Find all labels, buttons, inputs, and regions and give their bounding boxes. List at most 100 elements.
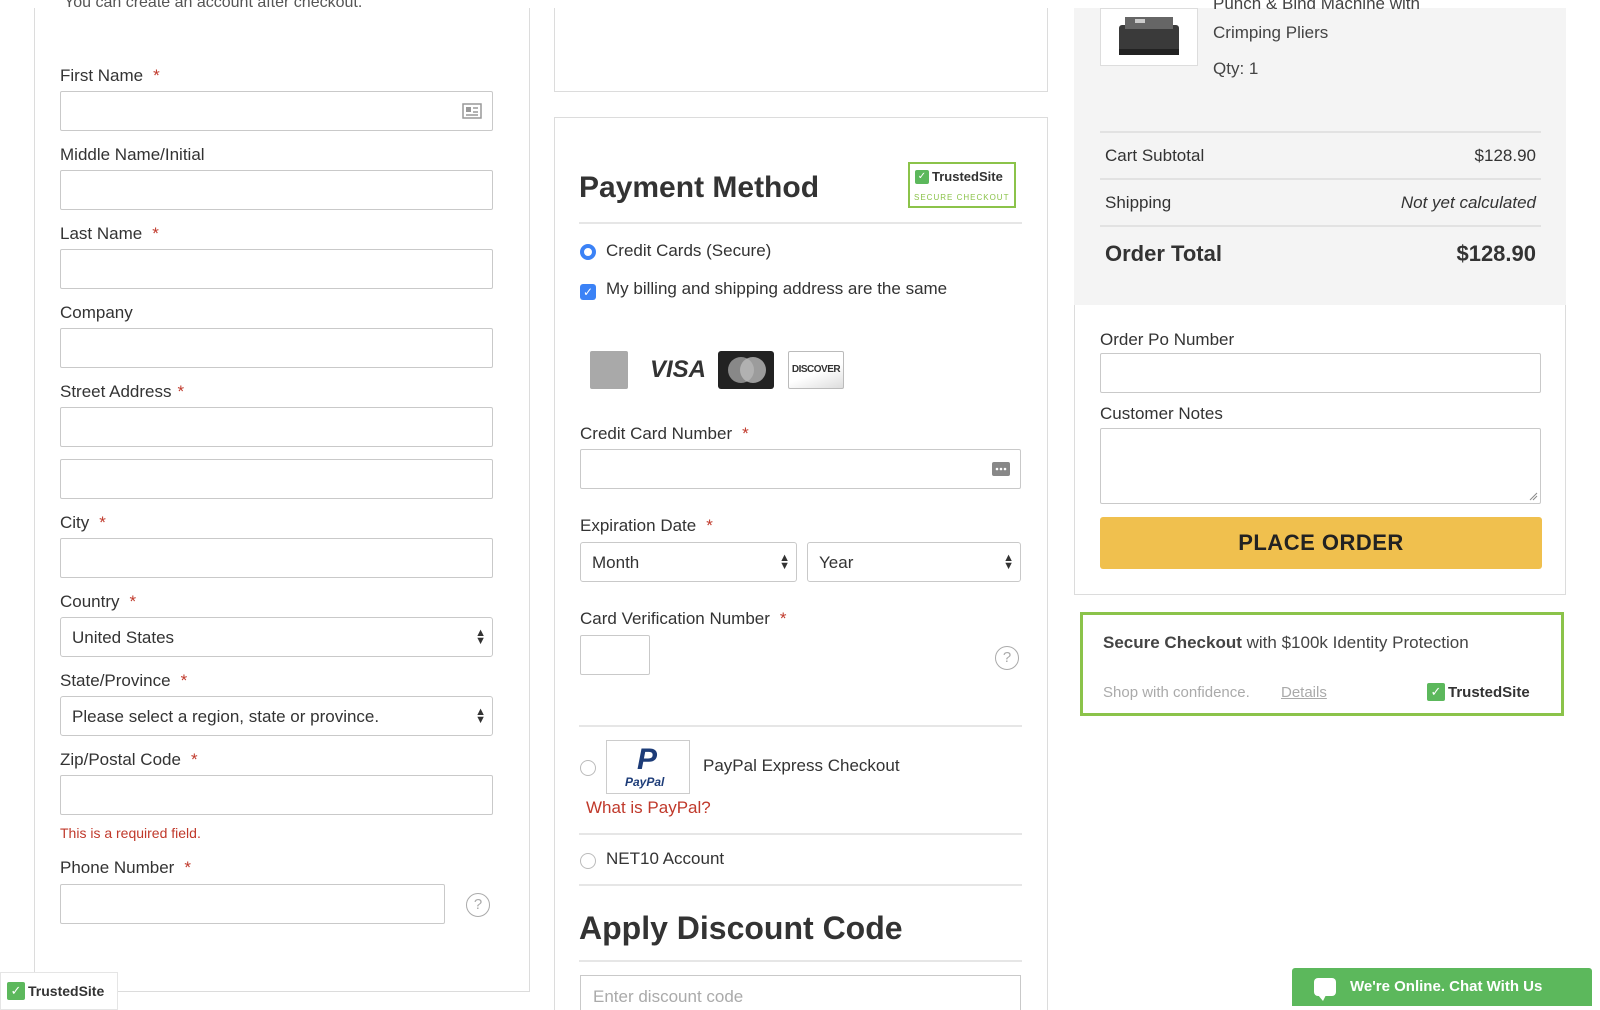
company-input[interactable] <box>60 328 493 368</box>
country-select-value: United States <box>72 628 175 647</box>
same-address-label: My billing and shipping address are the … <box>606 279 948 298</box>
phone-label: Phone Number * <box>60 858 191 877</box>
chat-label: We're Online. Chat With Us <box>1350 978 1543 995</box>
secure-checkout-sublabel: SECURE CHECKOUT <box>914 193 1010 202</box>
product-name-line-2: Crimping Pliers <box>1213 23 1329 42</box>
discount-code-input[interactable]: Enter discount code <box>580 975 1021 1010</box>
shipping-method-panel <box>554 8 1048 92</box>
state-select[interactable]: Please select a region, state or provinc… <box>60 696 493 736</box>
po-number-label: Order Po Number <box>1100 330 1235 349</box>
street-address-input-1[interactable] <box>60 407 493 447</box>
city-label: City * <box>60 513 106 532</box>
net10-label: NET10 Account <box>606 849 725 868</box>
trustedsite-secure-badge[interactable]: ✓ TrustedSite SECURE CHECKOUT <box>908 162 1016 208</box>
place-order-button[interactable]: PLACE ORDER <box>1100 517 1542 569</box>
paypal-label: PayPal Express Checkout <box>703 756 900 775</box>
zip-error-message: This is a required field. <box>60 825 201 841</box>
binding-machine-icon <box>1119 17 1179 55</box>
trustedsite-label: TrustedSite <box>1448 683 1530 701</box>
divider <box>1100 178 1541 180</box>
first-name-input[interactable] <box>60 91 493 131</box>
subtotal-value: $128.90 <box>1474 146 1536 165</box>
select-arrows-icon: ▲ ▼ <box>779 552 790 572</box>
cvv-input[interactable] <box>580 635 650 675</box>
discount-placeholder: Enter discount code <box>593 987 744 1006</box>
expiration-label: Expiration Date * <box>580 516 713 535</box>
city-input[interactable] <box>60 538 493 578</box>
credit-cards-label: Credit Cards (Secure) <box>606 241 772 260</box>
phone-help-icon[interactable]: ? <box>466 893 490 917</box>
credit-cards-radio[interactable] <box>580 244 596 260</box>
street-address-input-2[interactable] <box>60 459 493 499</box>
month-select-value: Month <box>592 553 640 572</box>
middle-name-label: Middle Name/Initial <box>60 145 205 164</box>
divider <box>579 884 1022 886</box>
divider <box>579 222 1022 224</box>
divider <box>579 725 1022 727</box>
trustedsite-badge-label: TrustedSite <box>932 169 1003 184</box>
product-thumbnail <box>1100 8 1198 66</box>
details-link[interactable]: Details <box>1281 684 1327 701</box>
chat-bubble-icon <box>1314 978 1336 1001</box>
state-label: State/Province * <box>60 671 188 690</box>
net10-radio[interactable] <box>580 853 596 869</box>
cc-number-label: Credit Card Number * <box>580 424 749 443</box>
state-select-value: Please select a region, state or provinc… <box>72 707 380 726</box>
first-name-label: First Name * <box>60 66 160 85</box>
customer-notes-label: Customer Notes <box>1100 404 1223 423</box>
amex-card-icon <box>590 351 628 389</box>
select-arrows-icon: ▲ ▼ <box>475 706 486 726</box>
select-arrows-icon: ▲ ▼ <box>475 627 486 647</box>
country-label: Country * <box>60 592 137 611</box>
discount-title: Apply Discount Code <box>579 910 903 946</box>
same-address-checkbox[interactable]: ✓ <box>580 284 596 300</box>
trustedsite-corner-badge[interactable]: ✓ TrustedSite <box>0 972 118 1010</box>
zip-label: Zip/Postal Code * <box>60 750 198 769</box>
secure-checkout-title: Secure Checkout with $100k Identity Prot… <box>1103 633 1469 652</box>
paypal-radio[interactable] <box>580 760 596 776</box>
year-select-value: Year <box>819 553 854 572</box>
cc-number-input[interactable] <box>580 449 1021 489</box>
shop-confidence-text: Shop with confidence. <box>1103 684 1250 701</box>
visa-card-icon: VISA <box>649 356 706 383</box>
divider <box>579 960 1022 962</box>
product-qty: Qty: 1 <box>1213 59 1259 78</box>
street-address-label: Street Address * <box>60 382 185 401</box>
card-icon <box>992 462 1010 476</box>
phone-input[interactable] <box>60 884 445 924</box>
discover-card-icon: DISCOVER <box>788 351 844 389</box>
trustedsite-corner-label: TrustedSite <box>28 983 105 999</box>
shipping-label: Shipping <box>1105 193 1172 212</box>
subtotal-label: Cart Subtotal <box>1105 146 1205 165</box>
cvv-help-icon[interactable]: ? <box>995 646 1019 670</box>
divider <box>1100 131 1541 133</box>
middle-name-input[interactable] <box>60 170 493 210</box>
what-is-paypal-link[interactable]: What is PayPal? <box>586 798 711 818</box>
order-total-label: Order Total <box>1105 241 1222 266</box>
select-arrows-icon: ▲ ▼ <box>1003 552 1014 572</box>
last-name-input[interactable] <box>60 249 493 289</box>
paypal-logo: P PayPal <box>606 740 690 794</box>
account-note: You can create an account after checkout… <box>64 0 363 11</box>
trustedsite-badge[interactable]: ✓ TrustedSite <box>1427 683 1530 701</box>
zip-input[interactable] <box>60 775 493 815</box>
payment-method-title: Payment Method <box>579 171 820 204</box>
divider <box>579 833 1022 835</box>
resize-handle-icon[interactable] <box>1528 491 1538 501</box>
product-name-line-1: Punch & Bind Machine with <box>1213 0 1420 13</box>
live-chat-button[interactable]: We're Online. Chat With Us <box>1292 968 1592 1006</box>
cvv-label: Card Verification Number * <box>580 609 787 628</box>
contact-card-icon <box>462 103 482 119</box>
divider <box>1100 225 1541 227</box>
customer-notes-textarea[interactable] <box>1100 428 1541 504</box>
expiration-year-select[interactable]: Year ▲ ▼ <box>807 542 1021 582</box>
check-icon: ✓ <box>915 169 929 184</box>
check-icon: ✓ <box>7 982 25 1000</box>
check-icon: ✓ <box>1427 683 1445 701</box>
shipping-value: Not yet calculated <box>1400 193 1536 212</box>
order-total-value: $128.90 <box>1456 241 1536 266</box>
expiration-month-select[interactable]: Month ▲ ▼ <box>580 542 797 582</box>
country-select[interactable]: United States ▲ ▼ <box>60 617 493 657</box>
mastercard-icon <box>718 351 774 389</box>
po-number-input[interactable] <box>1100 353 1541 393</box>
